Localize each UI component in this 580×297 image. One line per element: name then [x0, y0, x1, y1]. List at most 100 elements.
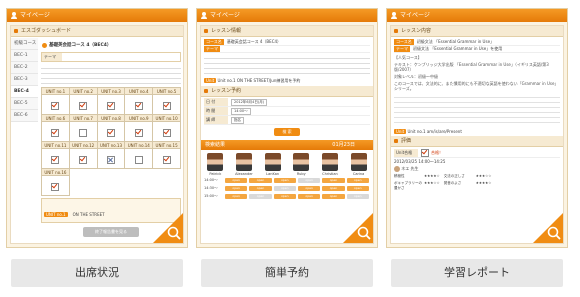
- slot-time: 14:00～: [204, 178, 218, 182]
- teacher-row: 講 師 指名: [204, 116, 370, 125]
- teacher-card[interactable]: Carina: [348, 153, 370, 176]
- teacher-card[interactable]: Christian: [319, 153, 341, 176]
- sidebar-item[interactable]: BEC-5: [11, 98, 38, 110]
- time-slots: 14:00～ open open open open open open 14:30～ open…: [201, 177, 373, 200]
- checked-icon: [162, 156, 171, 164]
- sidebar-item[interactable]: BEC-2: [11, 62, 38, 74]
- result-bar: 検索結果 01月23日: [201, 140, 373, 150]
- sidebar-item[interactable]: BEC-6: [11, 110, 38, 122]
- zoom-corner[interactable]: [153, 213, 183, 243]
- slot-row: 15:00～ open open open open open open: [204, 193, 370, 200]
- caption-booking: 簡単予約: [201, 259, 373, 287]
- checked-icon: [51, 129, 60, 137]
- booking-panel: マイページ レッスン情報 コース名 基礎英会話コース 4（BEC4） テーマ U…: [196, 8, 378, 248]
- lesson-info-title: レッスン情報: [201, 26, 373, 37]
- slot-open-button[interactable]: open: [249, 178, 272, 183]
- unit-cell: [152, 148, 181, 169]
- slot-open-button[interactable]: open: [346, 178, 369, 183]
- course-value: 基礎英会話コース 4（BEC4）: [226, 39, 282, 44]
- slot-open-button[interactable]: open: [322, 194, 345, 199]
- sidebar-item-active[interactable]: BEC-4: [11, 86, 38, 98]
- teacher-photo: [235, 153, 252, 171]
- slot-row: 14:00～ open open open open open open: [204, 177, 370, 184]
- lesson-content-title: レッスン内容: [391, 26, 563, 37]
- unit-cell: [41, 121, 70, 142]
- unit-label: Unit no.1 am/is/are/Present: [407, 129, 462, 134]
- unit-grid: UNIT no.1 UNIT no.2 UNIT no.3 UNIT no.4 UNIT…: [41, 87, 181, 196]
- mypage-header: マイページ: [387, 9, 567, 22]
- user-icon: [11, 12, 17, 19]
- slot-open-button[interactable]: open: [225, 194, 248, 199]
- teacher-card[interactable]: Ruby: [290, 153, 312, 176]
- slot-open-button[interactable]: open: [297, 186, 321, 191]
- sidebar-item[interactable]: 初級コース: [11, 38, 38, 50]
- search-button[interactable]: 検 索: [274, 128, 300, 136]
- rating-row: 積極性 ★★★★☆ 文法の正しさ ★★★☆☆: [394, 174, 492, 178]
- course-description: [41, 64, 181, 84]
- mypage-header: マイページ: [197, 9, 377, 22]
- sidebar-item[interactable]: BEC-1: [11, 50, 38, 62]
- checked-icon: [51, 156, 60, 164]
- empty-checkbox-icon: [79, 129, 88, 137]
- lesson-description: [204, 54, 370, 76]
- unit-header: UNIT no.9: [124, 114, 154, 122]
- slot-open-button[interactable]: open: [346, 186, 369, 191]
- slot-open-button[interactable]: open: [297, 194, 321, 199]
- theme-row: テーマ: [204, 46, 370, 53]
- unit-cell: [152, 94, 181, 115]
- eval-teacher: ネエ 先生: [394, 166, 560, 172]
- unit-header: UNIT no.10: [152, 114, 181, 122]
- zoom-corner[interactable]: [533, 213, 563, 243]
- user-icon: [201, 12, 207, 19]
- checked-icon: [162, 129, 171, 137]
- teacher-select[interactable]: 指名: [231, 116, 244, 124]
- reserve-title: レッスン予約: [201, 86, 373, 97]
- pass-check-icon: [421, 149, 429, 157]
- slot-open-button[interactable]: open: [249, 194, 272, 199]
- slot-open-button[interactable]: open: [273, 178, 296, 183]
- cross-icon: [106, 156, 115, 164]
- attendance-panel: マイページ エスゴダッシュボード 初級コース BEC-1 BEC-2 BEC-3…: [6, 8, 188, 248]
- unit-detail-title: UNIT no.1: [44, 212, 68, 217]
- unit-header: UNIT no.16: [41, 168, 70, 176]
- eval-date: 2012/03/25 14:00～14:25: [394, 159, 446, 164]
- date-select[interactable]: 2012年6月4日(月): [231, 98, 268, 106]
- unit-row: Unit Unit no.1 ON THE STREET/Jun練習用を予約: [204, 78, 301, 83]
- unit-cell: [41, 148, 70, 169]
- level-row: テーマ 初級文法 「Essential Grammar in Use」を使用: [394, 46, 560, 53]
- zoom-corner[interactable]: [343, 213, 373, 243]
- slot-open-button[interactable]: open: [322, 178, 345, 183]
- unit-cell: [96, 94, 126, 115]
- teacher-photo: [293, 153, 310, 171]
- eval-title: 評価: [391, 136, 563, 147]
- slot-open-button[interactable]: open: [273, 194, 296, 199]
- course-value: 初級文法 「Essential Grammar in Use」: [416, 39, 495, 44]
- star-rating-icon: ★★★★☆: [475, 181, 492, 185]
- booking-content: レッスン情報 コース名 基礎英会話コース 4（BEC4） テーマ Unit Un…: [200, 25, 374, 244]
- report-body-lines: [394, 93, 560, 127]
- checked-icon: [79, 156, 88, 164]
- slot-open-button[interactable]: open: [273, 186, 296, 191]
- slot-open-button[interactable]: open: [225, 186, 248, 191]
- time-select[interactable]: 14:00～: [231, 107, 251, 115]
- sidebar-item[interactable]: BEC-3: [11, 74, 38, 86]
- slot-open-button[interactable]: open: [346, 194, 369, 199]
- slot-open-button[interactable]: open: [225, 178, 248, 183]
- unit-cell: [124, 148, 154, 169]
- teacher-card[interactable]: Alexander: [233, 153, 255, 176]
- unit-cell: [96, 121, 126, 142]
- teacher-card[interactable]: LanKan: [262, 153, 284, 176]
- checked-icon: [51, 183, 60, 191]
- slot-open-button[interactable]: open: [297, 178, 321, 183]
- slot-open-button[interactable]: open: [322, 186, 345, 191]
- checked-icon: [134, 102, 143, 110]
- teacher-card[interactable]: Patrick: [204, 153, 226, 176]
- unit-header: UNIT no.13: [96, 141, 126, 149]
- unit-header: UNIT no.8: [96, 114, 126, 122]
- unit-cell: [96, 148, 126, 169]
- teacher-photo: [321, 153, 338, 171]
- slot-open-button[interactable]: open: [249, 186, 272, 191]
- report-button[interactable]: 終了報告書を見る: [83, 227, 139, 237]
- unit-header: UNIT no.2: [68, 87, 98, 95]
- slot-row: 14:30～ open open open open open open: [204, 185, 370, 192]
